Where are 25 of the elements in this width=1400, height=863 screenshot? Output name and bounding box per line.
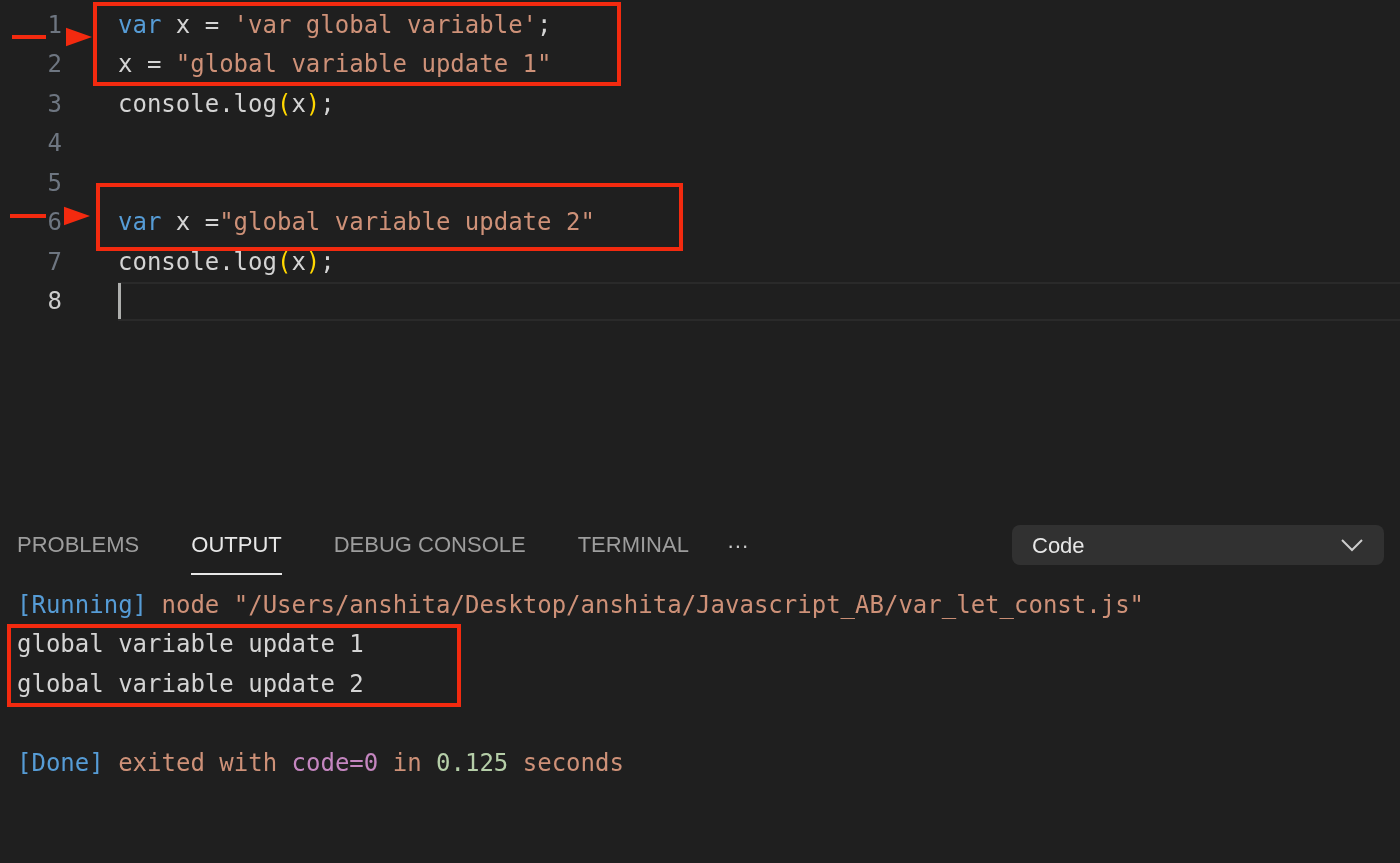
line-number: 1 xyxy=(47,9,62,41)
panel-tab[interactable]: OUTPUT xyxy=(191,515,282,575)
output-line: global variable update 1 xyxy=(17,629,364,661)
line-number: 6 xyxy=(47,207,62,239)
more-button[interactable]: ··· xyxy=(726,528,749,562)
line-number: 2 xyxy=(47,49,62,81)
line-number: 5 xyxy=(47,167,62,199)
text-cursor xyxy=(118,283,121,320)
panel-tab[interactable]: PROBLEMS xyxy=(17,515,140,575)
line-number: 4 xyxy=(47,128,62,160)
line-number: 7 xyxy=(47,246,62,278)
panel-tab[interactable]: TERMINAL xyxy=(577,515,689,575)
code-line: var x = 'var global variable'; xyxy=(118,9,552,41)
code-line: console.log(x); xyxy=(118,246,335,278)
chevron-down-icon xyxy=(1340,538,1364,552)
line-number: 8 xyxy=(47,286,62,318)
code-line: var x ="global variable update 2" xyxy=(118,207,595,239)
panel-tab[interactable]: DEBUG CONSOLE xyxy=(333,515,526,575)
code-line: x = "global variable update 1" xyxy=(118,49,552,81)
output-line: [Done] exited with code=0 in 0.125 seconds xyxy=(17,747,624,779)
output-channel-dropdown[interactable]: Code xyxy=(1012,525,1384,565)
line-number: 3 xyxy=(47,88,62,120)
output-line: global variable update 2 xyxy=(17,668,364,700)
code-line: console.log(x); xyxy=(118,88,335,120)
output-line: [Running] node "/Users/anshita/Desktop/anshita/Javascript_AB/var_let_const.js" xyxy=(17,589,1145,621)
